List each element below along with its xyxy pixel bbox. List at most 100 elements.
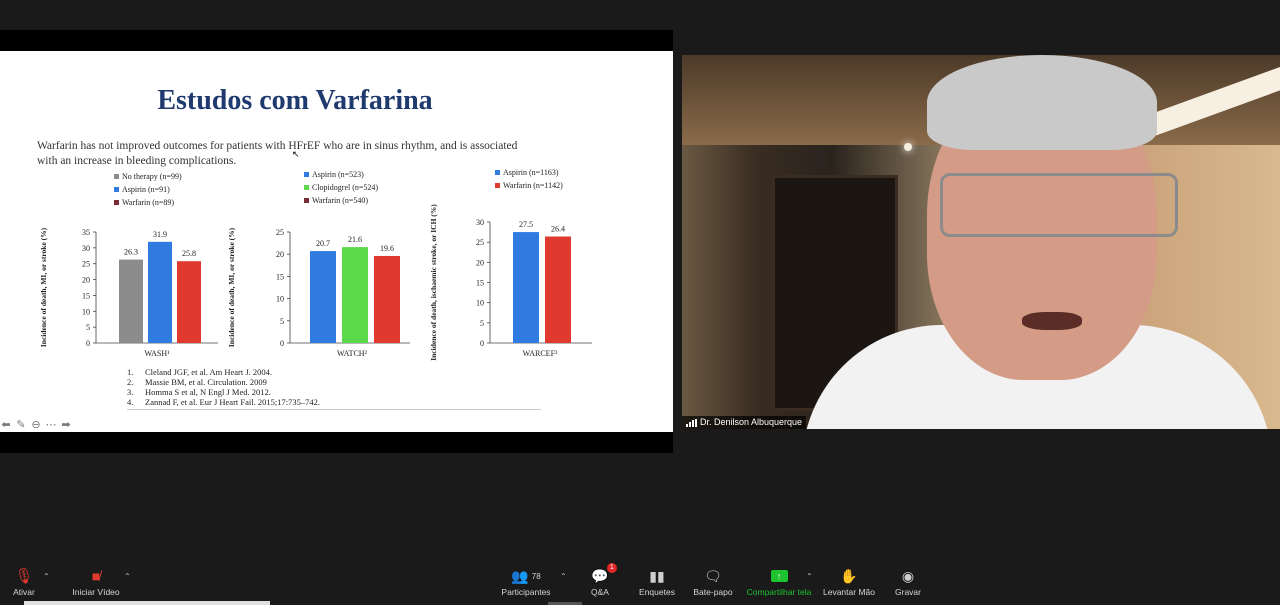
- reference-item: 4. Zannad F, et al. Eur J Heart Fail. 201…: [127, 397, 320, 407]
- chat-button[interactable]: 🗨 Bate-papo: [692, 565, 734, 598]
- person-glasses: [940, 173, 1178, 237]
- bar: [310, 251, 336, 343]
- y-tick-label: 15: [82, 291, 90, 300]
- legend-swatch: [114, 187, 119, 192]
- bar: [177, 261, 201, 343]
- legend-swatch: [495, 170, 500, 175]
- legend-label: No therapy (n=99): [122, 172, 182, 181]
- share-screen-button[interactable]: ↑ Compartilhar tela: [745, 565, 813, 597]
- y-tick-label: 5: [280, 317, 284, 326]
- bar: [148, 241, 172, 343]
- y-tick-label: 0: [480, 339, 484, 348]
- y-tick-label: 20: [82, 276, 90, 285]
- record-icon: ◉: [901, 567, 915, 584]
- y-tick-label: 10: [476, 299, 484, 308]
- mute-label: Ativar: [13, 587, 35, 597]
- polls-button[interactable]: ▮▮ Enquetes: [638, 565, 676, 598]
- y-tick-label: 15: [476, 279, 484, 288]
- bar: [513, 232, 539, 343]
- bar-value-label: 19.6: [380, 244, 394, 253]
- mute-button[interactable]: 🎙 Ativar: [8, 565, 40, 597]
- participant-name: Dr. Denilson Albuquerque: [700, 417, 803, 427]
- qa-label: Q&A: [591, 587, 609, 597]
- x-axis-label: WATCH²: [337, 349, 368, 358]
- y-tick-label: 25: [276, 228, 284, 237]
- y-tick-label: 10: [276, 295, 284, 304]
- legend-swatch: [304, 185, 309, 190]
- y-tick-label: 15: [276, 272, 284, 281]
- y-tick-label: 5: [86, 323, 90, 332]
- raise-hand-icon: ✋: [840, 567, 858, 584]
- bar: [545, 236, 571, 343]
- person-mouth: [1022, 312, 1082, 330]
- y-tick-label: 20: [476, 258, 484, 267]
- record-button[interactable]: ◉ Gravar: [894, 565, 922, 598]
- y-axis-label: Incidence of death, ischaemic stroke, or…: [429, 204, 438, 361]
- next-slide-icon[interactable]: ➡: [60, 418, 72, 431]
- bar-value-label: 26.3: [124, 248, 138, 257]
- bar: [342, 247, 368, 343]
- bar-value-label: 20.7: [316, 239, 330, 248]
- microphone-muted-icon: 🎙: [14, 568, 34, 585]
- previous-slide-icon[interactable]: ⬅: [0, 418, 12, 431]
- reference-divider: [127, 409, 541, 410]
- bar-value-label: 31.9: [153, 230, 167, 239]
- slide-navigation: ⬅ ✎ ⊖ ⋯ ➡: [0, 418, 72, 431]
- legend-label: Aspirin (n=91): [122, 185, 170, 194]
- y-tick-label: 35: [82, 228, 90, 237]
- pen-icon[interactable]: ✎: [15, 418, 27, 431]
- video-lamp: [904, 143, 912, 151]
- references-list: 1. Cleland JGF, et al. Am Heart J. 2004. …: [127, 367, 320, 407]
- participants-button[interactable]: 👥 78 Participantes: [500, 565, 552, 598]
- camera-off-icon: ■̸: [91, 568, 101, 584]
- participant-name-tag: Dr. Denilson Albuquerque: [682, 416, 807, 429]
- legend-swatch: [304, 172, 309, 177]
- legend-label: Warfarin (n=540): [312, 196, 368, 205]
- chat-icon: 🗨: [704, 567, 722, 584]
- presentation-slide: Estudos com Varfarina Warfarin has not i…: [0, 51, 673, 432]
- reference-item: 3. Homma S et al, N Engl J Med. 2012.: [127, 387, 271, 397]
- bar: [374, 255, 400, 343]
- bar-value-label: 27.5: [519, 220, 533, 229]
- video-options-caret-icon[interactable]: ⌃: [124, 572, 131, 581]
- qa-icon: 💬 1: [591, 563, 617, 587]
- share-screen-icon: ↑: [770, 565, 788, 587]
- y-tick-label: 0: [86, 339, 90, 348]
- y-tick-label: 25: [476, 238, 484, 247]
- legend-label: Warfarin (n=1142): [503, 181, 563, 190]
- legend-swatch: [495, 183, 500, 188]
- x-axis-label: WARCEF³: [523, 349, 558, 358]
- taskbar-strip: [24, 601, 270, 605]
- participants-caret-icon[interactable]: ⌃: [560, 572, 567, 581]
- legend-label: Aspirin (n=523): [312, 170, 364, 179]
- bar-value-label: 25.8: [182, 249, 196, 258]
- participants-label: Participantes: [501, 587, 551, 597]
- start-video-button[interactable]: ■̸ Iniciar Vídeo: [68, 565, 124, 597]
- legend-swatch: [114, 174, 119, 179]
- reference-item: 1. Cleland JGF, et al. Am Heart J. 2004.: [127, 367, 273, 377]
- share-screen-label: Compartilhar tela: [746, 587, 812, 597]
- audio-options-caret-icon[interactable]: ⌃: [43, 572, 50, 581]
- zoom-icon[interactable]: ⊖: [30, 418, 42, 431]
- participants-icon: 👥 78: [511, 567, 541, 584]
- raise-hand-button[interactable]: ✋ Levantar Mão: [822, 565, 876, 598]
- record-label: Gravar: [895, 587, 921, 597]
- y-tick-label: 5: [480, 319, 484, 328]
- qa-button[interactable]: 💬 1 Q&A: [588, 563, 617, 597]
- y-tick-label: 20: [276, 250, 284, 259]
- legend-label: Clopidogrel (n=524): [312, 183, 378, 192]
- polls-label: Enquetes: [639, 587, 675, 597]
- person-hair: [927, 55, 1157, 150]
- legend-label: Warfarin (n=89): [122, 198, 174, 207]
- y-tick-label: 30: [82, 244, 90, 253]
- signal-icon: [686, 418, 697, 427]
- participants-count: 78: [531, 571, 541, 581]
- meeting-toolbar: 🎙 Ativar ⌃ ■̸ Iniciar Vídeo ⌃ 👥 78 Partic…: [0, 563, 1280, 605]
- participant-video[interactable]: [682, 55, 1280, 429]
- more-icon[interactable]: ⋯: [45, 418, 57, 431]
- x-axis-label: WASH¹: [144, 349, 170, 358]
- chat-label: Bate-papo: [693, 587, 733, 597]
- y-tick-label: 25: [82, 260, 90, 269]
- polls-icon: ▮▮: [649, 567, 665, 584]
- share-options-caret-icon[interactable]: ⌃: [806, 572, 813, 581]
